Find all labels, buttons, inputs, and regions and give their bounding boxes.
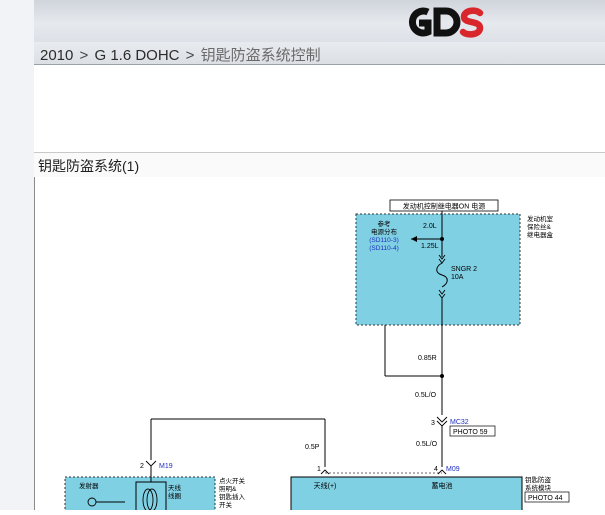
wire-label-0-85r: 0.85R [418, 355, 437, 362]
antenna-coil-label-line1: 天线 [168, 483, 182, 492]
antenna-coil-label-line2: 线圈 [168, 491, 181, 500]
reference-link-sd110-3[interactable]: (SD110-3) [369, 237, 399, 244]
connector-mc32-icon [436, 416, 448, 423]
gds-logo [408, 7, 484, 38]
pin-4: 4 [434, 466, 438, 473]
photo-59-label: PHOTO 59 [453, 429, 488, 436]
ignition-switch-label-line3: 钥匙插入 [219, 492, 246, 501]
ignition-switch-label-line1: 点火开关 [219, 476, 246, 485]
relay-box-label-line2: 保险丝& [527, 222, 552, 231]
section-title-bar: 钥匙防盗系统(1) [34, 152, 605, 178]
wire-label-2-0l: 2.0L [423, 223, 437, 230]
connector-mc32-link[interactable]: MC32 [450, 419, 469, 426]
connector-m19-icon [145, 460, 157, 467]
reference-label: 参考 [378, 219, 392, 228]
terminal-battery-label: 蓄电池 [432, 481, 453, 490]
pin-2: 2 [140, 463, 144, 470]
connector-m19-link[interactable]: M19 [159, 463, 173, 470]
breadcrumb: 2010 > G 1.6 DOHC > 钥匙防盗系统控制 [40, 44, 321, 65]
relay-box-label-line3: 继电器盒 [527, 230, 554, 239]
connector-m09-link[interactable]: M09 [446, 466, 460, 473]
breadcrumb-separator: > [181, 47, 199, 64]
immobilizer-module-box [290, 476, 523, 515]
wiring-diagram: 发动机控制继电器ON 电源 发动机室 保险丝& 继电器盒 参考 电源分布 (SD… [64, 199, 570, 515]
power-distribution-label: 电源分布 [371, 227, 398, 236]
fuse-rating: 10A [451, 274, 464, 281]
pin-1: 1 [317, 466, 321, 473]
immobilizer-label-line2: 系统模块 [525, 483, 552, 492]
wiring-diagram-frame: 发动机控制继电器ON 电源 发动机室 保险丝& 继电器盒 参考 电源分布 (SD… [34, 177, 605, 515]
fuse-name: SNGR 2 [451, 266, 477, 273]
power-source-label: 发动机控制继电器ON 电源 [403, 202, 485, 211]
breadcrumb-item-engine[interactable]: G 1.6 DOHC [94, 47, 179, 64]
relay-box-label-line1: 发动机室 [527, 214, 554, 223]
ignition-switch-label-line2: 照明& [219, 485, 237, 493]
breadcrumb-bar: 2010 > G 1.6 DOHC > 钥匙防盗系统控制 [34, 42, 605, 65]
breadcrumb-item-year[interactable]: 2010 [40, 47, 73, 64]
photo-44-label: PHOTO 44 [528, 495, 563, 502]
transmitter-label: 发射器 [79, 481, 99, 490]
immobilizer-label-line1: 钥匙防盗 [525, 475, 552, 484]
breadcrumb-separator: > [75, 47, 93, 64]
ignition-switch-label-line4: 开关 [219, 500, 233, 509]
wire-label-0-5lo-upper: 0.5L/O [415, 392, 437, 399]
left-strip [0, 0, 34, 510]
pin-3: 3 [431, 420, 435, 427]
wire-label-1-25l: 1.25L [421, 243, 439, 250]
section-title: 钥匙防盗系统(1) [38, 158, 140, 174]
app-header [34, 0, 605, 42]
wire-label-0-5p: 0.5P [305, 444, 320, 451]
breadcrumb-item-current: 钥匙防盗系统控制 [200, 47, 321, 64]
terminal-antenna-label: 天线(+) [314, 481, 337, 490]
wire-label-0-5lo-lower: 0.5L/O [416, 441, 438, 448]
reference-link-sd110-4[interactable]: (SD110-4) [369, 245, 399, 252]
